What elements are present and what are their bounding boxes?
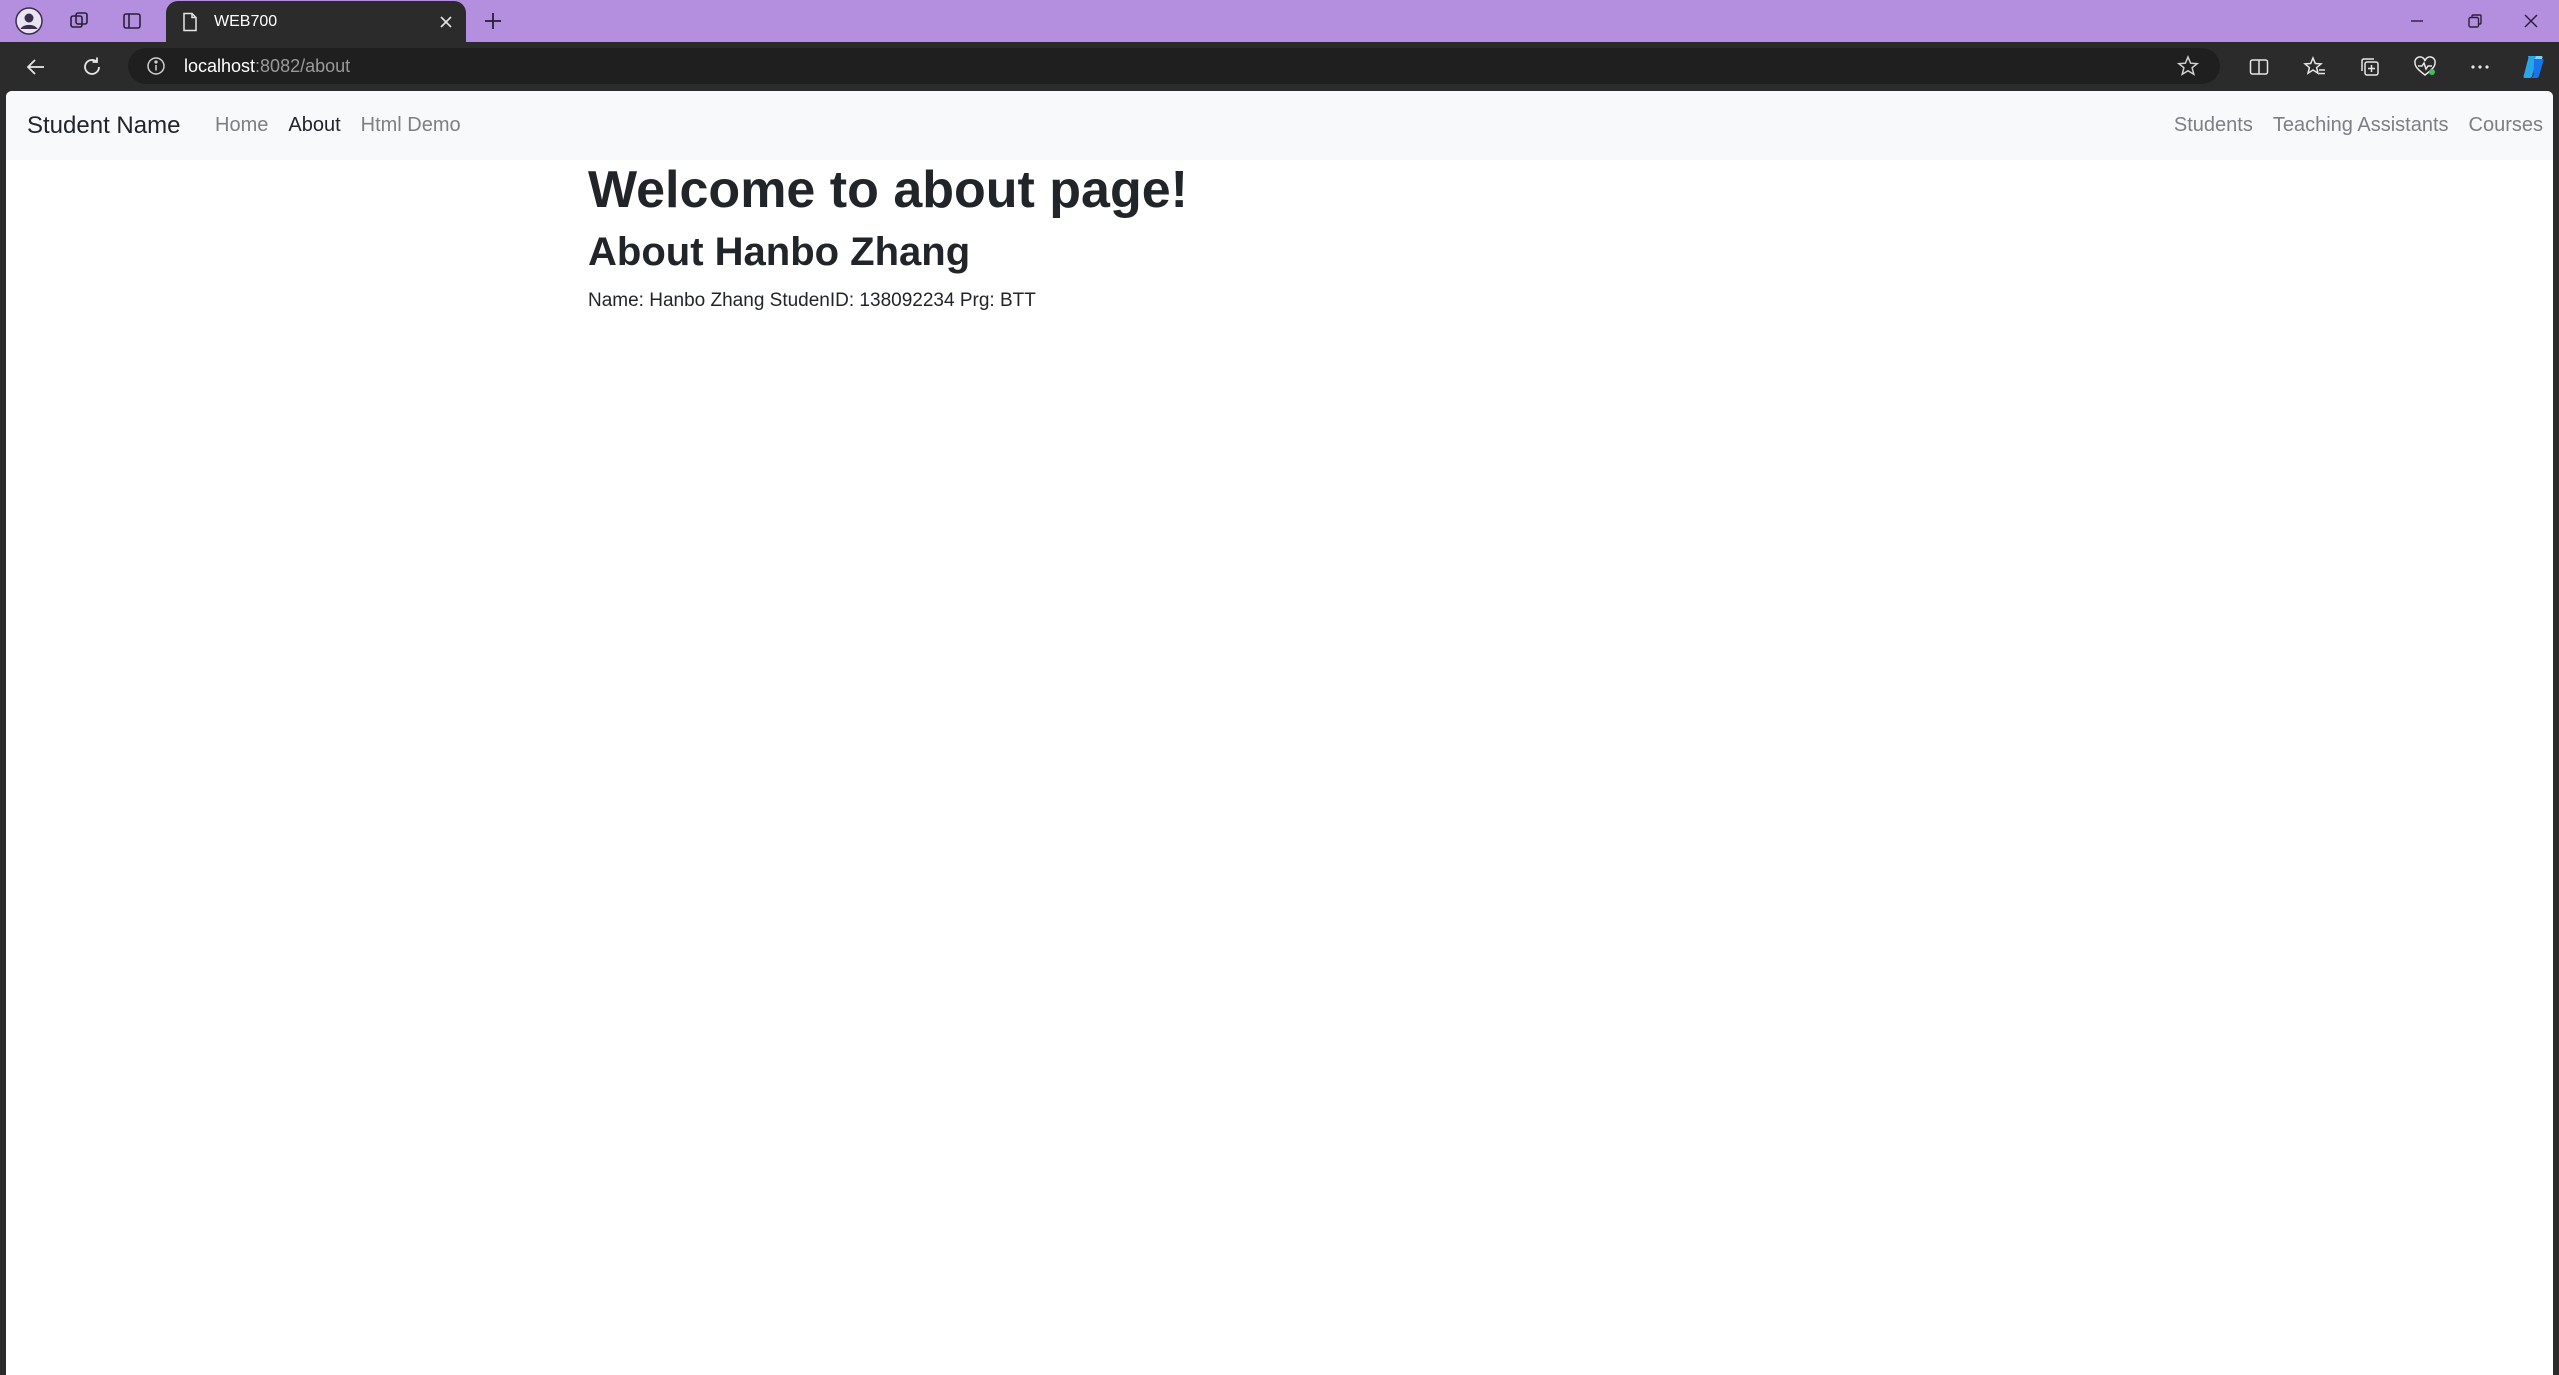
new-tab-button[interactable] xyxy=(472,0,514,42)
tab-strip: WEB700 xyxy=(0,0,2559,42)
collections-icon[interactable] xyxy=(2346,42,2394,91)
nav-link-about[interactable]: About xyxy=(288,114,340,137)
close-window-button[interactable] xyxy=(2502,0,2559,42)
tab-actions-icon[interactable] xyxy=(106,0,158,42)
refresh-button[interactable] xyxy=(68,42,116,91)
url-host: localhost xyxy=(184,55,256,76)
site-info-icon[interactable] xyxy=(134,48,178,84)
tab-web700[interactable]: WEB700 xyxy=(166,1,466,42)
tab-title: WEB700 xyxy=(214,12,278,30)
split-screen-icon[interactable] xyxy=(2235,42,2283,91)
nav-link-teaching-assistants[interactable]: Teaching Assistants xyxy=(2273,114,2449,137)
nav-link-courses[interactable]: Courses xyxy=(2469,114,2543,137)
site-navbar: Student Name Home About Html Demo Studen… xyxy=(6,91,2553,160)
page-heading: Welcome to about page! xyxy=(588,161,1188,219)
more-menu-icon[interactable] xyxy=(2456,42,2504,91)
page-icon xyxy=(182,11,200,33)
browser-essentials-icon[interactable] xyxy=(2401,42,2449,91)
favorite-star-icon[interactable] xyxy=(2170,48,2206,84)
page-viewport: Student Name Home About Html Demo Studen… xyxy=(6,91,2553,1375)
address-bar[interactable]: localhost:8082/about xyxy=(128,48,2220,84)
url-path: :8082/about xyxy=(255,55,351,76)
nav-right-links: Students Teaching Assistants Courses xyxy=(2174,91,2543,160)
browser-toolbar: localhost:8082/about xyxy=(0,42,2559,91)
workspaces-icon[interactable] xyxy=(53,0,105,42)
profile-icon[interactable] xyxy=(3,0,55,42)
nav-link-home[interactable]: Home xyxy=(215,114,268,137)
student-info: Name: Hanbo Zhang StudenID: 138092234 Pr… xyxy=(588,290,1036,311)
navbar-brand[interactable]: Student Name xyxy=(27,91,180,160)
about-subheading: About Hanbo Zhang xyxy=(588,230,971,274)
url-text: localhost:8082/about xyxy=(184,56,350,77)
favorites-icon[interactable] xyxy=(2291,42,2339,91)
back-button[interactable] xyxy=(12,42,60,91)
nav-link-students[interactable]: Students xyxy=(2174,114,2253,137)
copilot-icon[interactable] xyxy=(2510,42,2558,91)
nav-left-links: Home About Html Demo xyxy=(215,91,461,160)
nav-link-html-demo[interactable]: Html Demo xyxy=(361,114,461,137)
minimize-button[interactable] xyxy=(2388,0,2446,42)
restore-button[interactable] xyxy=(2446,0,2504,42)
close-tab-icon[interactable] xyxy=(426,2,466,42)
